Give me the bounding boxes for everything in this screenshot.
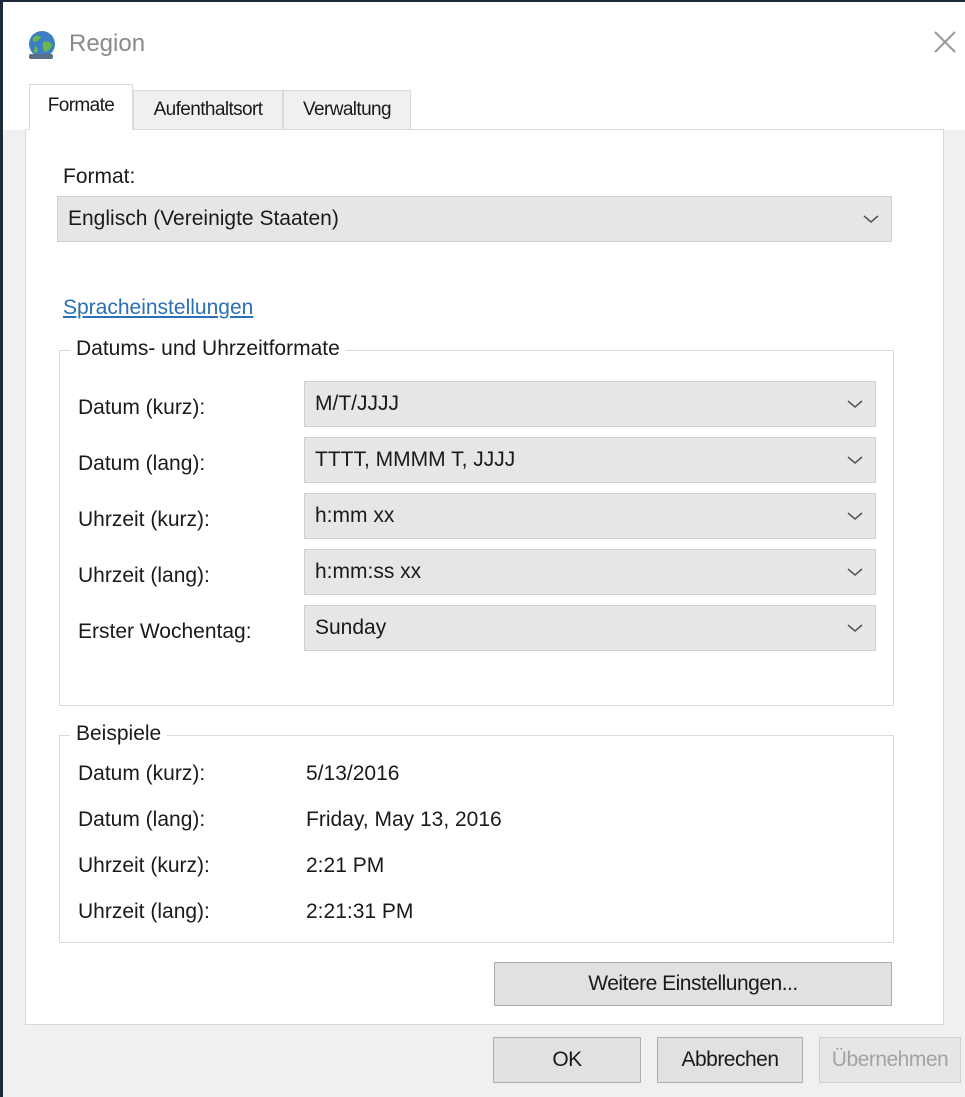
tab-formate[interactable]: Formate	[29, 84, 133, 130]
apply-button[interactable]: Übernehmen	[819, 1037, 961, 1083]
short-time-dropdown[interactable]: h:mm xx	[304, 493, 876, 539]
close-icon[interactable]	[927, 24, 963, 60]
format-label: Format:	[63, 165, 136, 188]
example-short-time-value: 2:21 PM	[306, 854, 385, 877]
example-short-time-label: Uhrzeit (kurz):	[78, 854, 210, 877]
example-long-date-label: Datum (lang):	[78, 808, 206, 831]
first-weekday-label: Erster Wochentag:	[78, 620, 252, 643]
window-title: Region	[69, 30, 146, 57]
long-time-value: h:mm:ss xx	[315, 560, 422, 583]
more-settings-button[interactable]: Weitere Einstellungen...	[494, 962, 892, 1006]
chevron-down-icon	[847, 456, 863, 464]
format-dropdown-value: Englisch (Vereinigte Staaten)	[68, 207, 339, 230]
example-long-time-value: 2:21:31 PM	[306, 900, 414, 923]
chevron-down-icon	[847, 568, 863, 576]
title-bar: Region	[3, 2, 965, 82]
short-date-dropdown[interactable]: M/T/JJJJ	[304, 381, 876, 427]
first-weekday-dropdown[interactable]: Sunday	[304, 605, 876, 651]
long-time-label: Uhrzeit (lang):	[78, 564, 210, 587]
short-date-value: M/T/JJJJ	[315, 392, 399, 415]
datetime-formats-heading: Datums- und Uhrzeitformate	[70, 337, 346, 361]
globe-icon	[29, 31, 55, 59]
short-time-label: Uhrzeit (kurz):	[78, 508, 210, 531]
long-date-label: Datum (lang):	[78, 452, 206, 475]
examples-group: Beispiele Datum (kurz): 5/13/2016 Datum …	[59, 722, 894, 943]
language-settings-link[interactable]: Spracheinstellungen	[63, 296, 253, 320]
formate-panel: Format: Englisch (Vereinigte Staaten) Sp…	[25, 129, 944, 1025]
examples-heading: Beispiele	[70, 722, 168, 746]
long-date-dropdown[interactable]: TTTT, MMMM T, JJJJ	[304, 437, 876, 483]
datetime-formats-group: Datums- und Uhrzeitformate Datum (kurz):…	[59, 337, 894, 706]
long-date-value: TTTT, MMMM T, JJJJ	[315, 448, 516, 471]
example-long-date-value: Friday, May 13, 2016	[306, 808, 502, 831]
chevron-down-icon	[847, 624, 863, 632]
example-short-date-value: 5/13/2016	[306, 762, 400, 785]
format-dropdown[interactable]: Englisch (Vereinigte Staaten)	[57, 196, 892, 242]
example-long-time-label: Uhrzeit (lang):	[78, 900, 210, 923]
ok-button[interactable]: OK	[493, 1037, 641, 1083]
chevron-down-icon	[847, 400, 863, 408]
chevron-down-icon	[847, 512, 863, 520]
cancel-button[interactable]: Abbrechen	[657, 1037, 803, 1083]
short-time-value: h:mm xx	[315, 504, 395, 527]
tab-aufenthaltsort[interactable]: Aufenthaltsort	[133, 90, 283, 130]
tab-verwaltung[interactable]: Verwaltung	[283, 90, 411, 130]
long-time-dropdown[interactable]: h:mm:ss xx	[304, 549, 876, 595]
tab-strip: Formate Aufenthaltsort Verwaltung	[3, 82, 965, 130]
short-date-label: Datum (kurz):	[78, 396, 206, 419]
example-short-date-label: Datum (kurz):	[78, 762, 206, 785]
chevron-down-icon	[863, 215, 879, 223]
first-weekday-value: Sunday	[315, 616, 387, 639]
region-dialog: Region Formate Aufenthaltsort Verwaltung…	[0, 0, 965, 1097]
